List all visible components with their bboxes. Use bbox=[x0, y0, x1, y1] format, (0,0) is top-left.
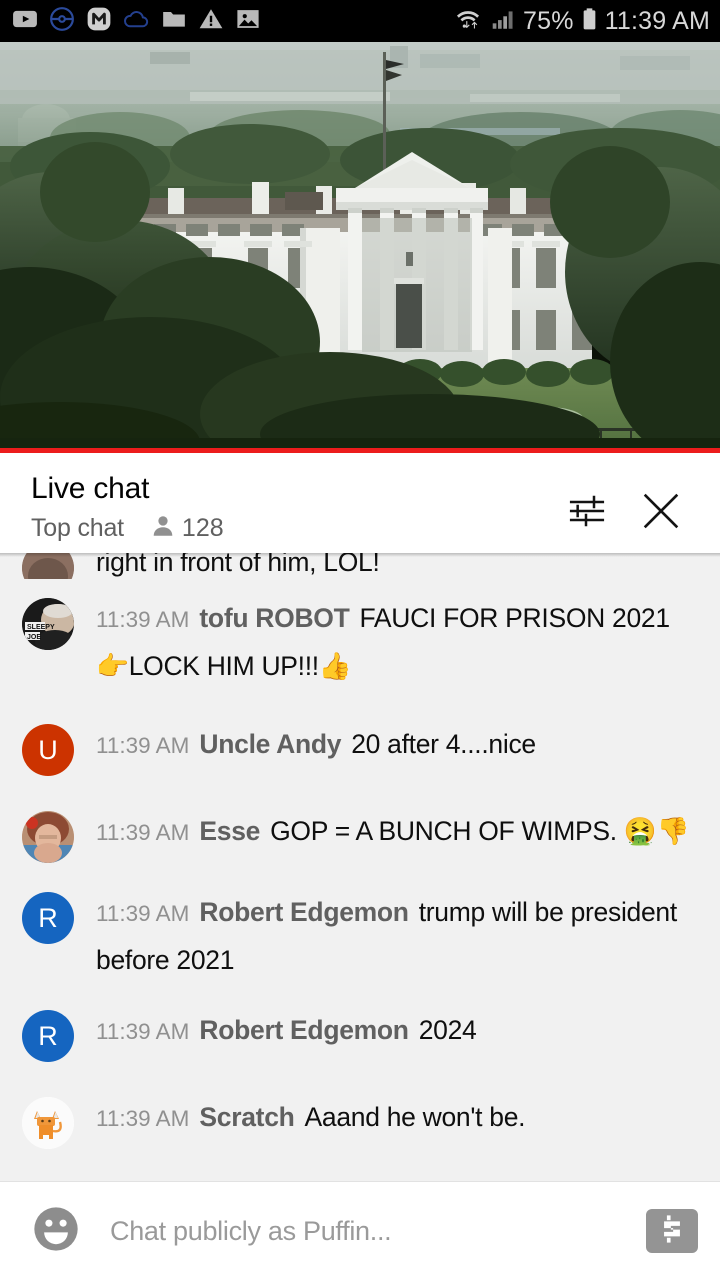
chat-message-author[interactable]: Uncle Andy bbox=[199, 729, 341, 759]
chat-message-body: 11:39 AM Scratch Aaand he won't be. bbox=[96, 1094, 704, 1142]
viewer-count-group: 128 bbox=[150, 513, 224, 544]
viewer-count-label: 128 bbox=[181, 514, 224, 542]
avatar-column bbox=[0, 553, 96, 579]
dollar-superchat-icon bbox=[655, 1212, 689, 1251]
page-title: Live chat bbox=[31, 472, 150, 505]
avatar[interactable]: R bbox=[22, 892, 74, 944]
avatar[interactable] bbox=[22, 553, 74, 579]
avatar[interactable]: U bbox=[22, 724, 74, 776]
white-house-video-frame bbox=[0, 42, 720, 449]
avatar[interactable] bbox=[22, 1097, 74, 1149]
wifi-icon bbox=[453, 6, 483, 37]
chat-message-text: GOP = A BUNCH OF WIMPS. 🤮👎 bbox=[270, 816, 690, 846]
emoji-smiley-icon bbox=[31, 1204, 81, 1259]
chat-message-timestamp: 11:39 AM bbox=[96, 1106, 190, 1131]
chat-message-timestamp: 11:39 AM bbox=[96, 733, 190, 758]
m-app-icon bbox=[86, 6, 112, 37]
chat-input[interactable] bbox=[84, 1215, 636, 1247]
chat-message[interactable]: right in front of him, LOL! bbox=[0, 553, 720, 579]
chat-message-author[interactable]: Esse bbox=[199, 816, 260, 846]
chat-message-body: right in front of him, LOL! bbox=[96, 553, 704, 579]
status-bar: 75% 11:39 AM bbox=[0, 0, 720, 42]
live-chat-header: Live chat Top chat 128 bbox=[0, 453, 720, 553]
avatar-column: R bbox=[0, 889, 96, 944]
avatar[interactable] bbox=[22, 811, 74, 863]
chat-subtitle-row[interactable]: Top chat 128 bbox=[31, 513, 550, 544]
chat-message[interactable]: R 11:39 AM Robert Edgemon trump will be pr… bbox=[0, 889, 720, 983]
pokeball-icon bbox=[49, 6, 75, 37]
avatar-column: SLEEPY JOE bbox=[0, 595, 96, 650]
chat-message[interactable]: 11:39 AM Esse GOP = A BUNCH OF WIMPS. 🤮👎 bbox=[0, 808, 720, 863]
chat-message-author[interactable]: Scratch bbox=[199, 1102, 294, 1132]
chat-input-bar bbox=[0, 1181, 720, 1280]
chat-message-timestamp: 11:39 AM bbox=[96, 1019, 190, 1044]
signal-bars-icon bbox=[490, 6, 516, 37]
chat-message-author[interactable]: Robert Edgemon bbox=[199, 897, 409, 927]
svg-text:JOE: JOE bbox=[27, 634, 41, 641]
chat-message-body: 11:39 AM Uncle Andy 20 after 4....nice bbox=[96, 721, 704, 769]
chat-message-timestamp: 11:39 AM bbox=[96, 820, 190, 845]
tune-sliders-icon bbox=[567, 491, 607, 536]
avatar-column: R bbox=[0, 1007, 96, 1062]
chat-message-body: 11:39 AM tofu ROBOT FAUCI FOR PRISON 2021 … bbox=[96, 595, 704, 689]
chat-message-author[interactable]: tofu ROBOT bbox=[199, 603, 349, 633]
chat-message-timestamp: 11:39 AM bbox=[96, 607, 190, 632]
chat-message-body: 11:39 AM Robert Edgemon trump will be pres… bbox=[96, 889, 704, 983]
image-icon bbox=[235, 6, 261, 37]
super-chat-button[interactable] bbox=[646, 1209, 698, 1253]
avatar-initial: R bbox=[38, 1020, 58, 1051]
battery-percent-label: 75% bbox=[522, 6, 574, 35]
status-bar-system-icons: 75% 11:39 AM bbox=[453, 6, 710, 37]
chat-message-author[interactable]: Robert Edgemon bbox=[199, 1015, 409, 1045]
battery-icon bbox=[581, 6, 598, 37]
chat-settings-button[interactable] bbox=[550, 483, 624, 543]
chat-message-text: 2024 bbox=[418, 1015, 477, 1045]
chat-header-actions bbox=[550, 471, 698, 543]
emoji-picker-button[interactable] bbox=[28, 1203, 84, 1259]
avatar-column: U bbox=[0, 721, 96, 776]
status-bar-clock: 11:39 AM bbox=[604, 6, 710, 35]
chat-message[interactable]: U 11:39 AM Uncle Andy 20 after 4....nice bbox=[0, 721, 720, 776]
chat-message[interactable]: R 11:39 AM Robert Edgemon 2024 bbox=[0, 1007, 720, 1062]
avatar-column bbox=[0, 1094, 96, 1149]
status-bar-notification-icons bbox=[12, 6, 261, 37]
chat-message-body: 11:39 AM Robert Edgemon 2024 bbox=[96, 1007, 704, 1055]
avatar-column bbox=[0, 808, 96, 863]
chat-message-text: 20 after 4....nice bbox=[351, 729, 536, 759]
chat-message[interactable]: SLEEPY JOE 11:39 AM tofu ROBOT FAUCI FOR P… bbox=[0, 595, 720, 689]
svg-text:SLEEPY: SLEEPY bbox=[27, 624, 55, 631]
close-icon bbox=[638, 488, 684, 539]
chat-message[interactable]: 11:39 AM Scratch Aaand he won't be. bbox=[0, 1094, 720, 1149]
live-chat-header-text: Live chat Top chat 128 bbox=[31, 471, 550, 544]
cloud-icon bbox=[123, 6, 150, 37]
avatar-initial: R bbox=[38, 902, 58, 933]
live-chat-message-list[interactable]: right in front of him, LOL! SLEEPY JOE 1… bbox=[0, 553, 720, 1181]
warning-icon bbox=[198, 6, 224, 37]
chat-message-text: right in front of him, LOL! bbox=[96, 553, 380, 577]
video-player[interactable] bbox=[0, 42, 720, 453]
folder-icon bbox=[161, 6, 187, 37]
avatar[interactable]: R bbox=[22, 1010, 74, 1062]
chat-mode-label[interactable]: Top chat bbox=[31, 514, 124, 543]
avatar[interactable]: SLEEPY JOE bbox=[22, 598, 74, 650]
chat-message-text: Aaand he won't be. bbox=[304, 1102, 526, 1132]
avatar-initial: U bbox=[38, 734, 58, 765]
youtube-icon bbox=[12, 6, 38, 37]
chat-message-body: 11:39 AM Esse GOP = A BUNCH OF WIMPS. 🤮👎 bbox=[96, 808, 704, 856]
chat-message-timestamp: 11:39 AM bbox=[96, 901, 190, 926]
person-icon bbox=[150, 513, 176, 544]
close-chat-button[interactable] bbox=[624, 483, 698, 543]
